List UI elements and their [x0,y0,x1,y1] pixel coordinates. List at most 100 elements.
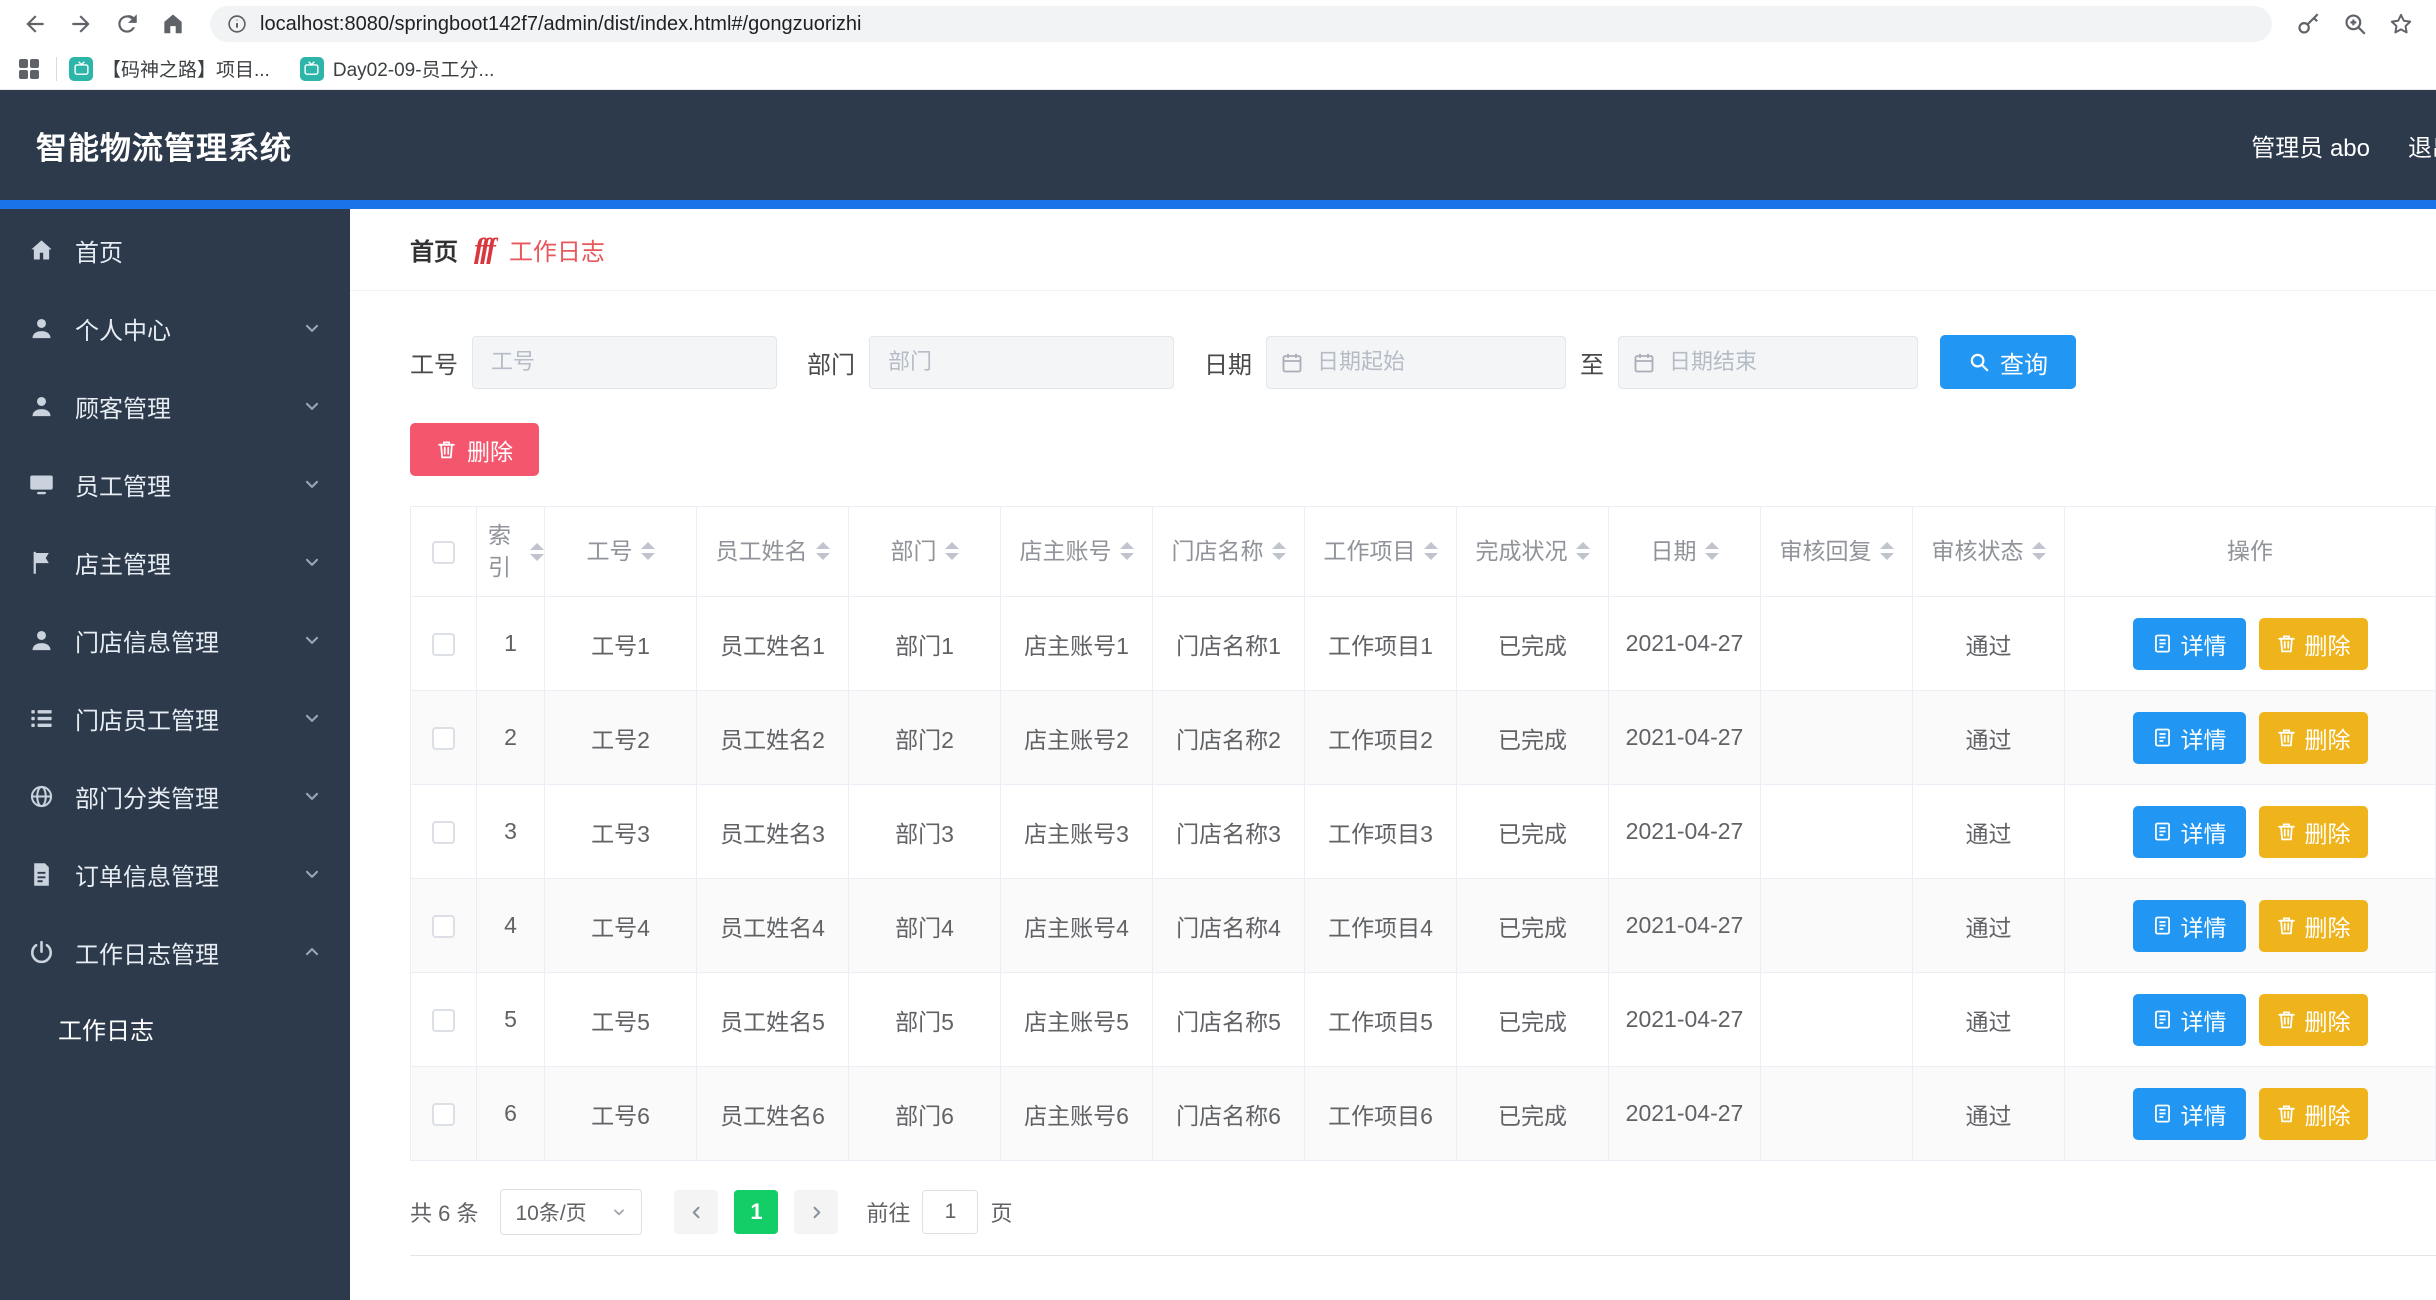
row-delete-button[interactable]: 删除 [2258,1087,2368,1140]
row-checkbox[interactable] [432,1103,455,1127]
column-header[interactable]: 审核回复 [1760,506,1913,597]
table-cell: 通过 [1912,972,2065,1067]
row-delete-button[interactable]: 删除 [2258,805,2368,858]
detail-button[interactable]: 详情 [2132,899,2246,952]
goto-page-input[interactable] [922,1190,979,1234]
logout-link[interactable]: 退出 [2408,128,2436,163]
sort-carets-icon[interactable] [1704,542,1719,561]
column-header[interactable]: 日期 [1608,506,1761,597]
batch-delete-button[interactable]: 删除 [410,423,539,476]
chevron-right-icon [807,1203,826,1222]
detail-button[interactable]: 详情 [2132,993,2246,1046]
date-start-wrap [1266,335,1566,389]
sidebar-item[interactable]: 员工管理 [0,445,350,523]
home-icon [160,11,186,37]
sort-carets-icon[interactable] [1575,542,1590,561]
sort-carets-icon[interactable] [1271,542,1286,561]
breadcrumb-home[interactable]: 首页 [410,232,458,267]
detail-button[interactable]: 详情 [2132,1087,2246,1140]
row-delete-button[interactable]: 删除 [2258,899,2368,952]
apps-grid-icon[interactable] [14,54,44,84]
current-page[interactable]: 1 [734,1190,779,1234]
detail-button[interactable]: 详情 [2132,617,2246,670]
select-all-checkbox[interactable] [432,541,455,565]
back-button[interactable] [17,6,53,42]
row-checkbox[interactable] [432,1009,455,1033]
prev-page-button[interactable] [674,1190,719,1234]
worker-id-input[interactable] [472,335,777,389]
table-cell: 通过 [1912,1066,2065,1161]
trash-icon [2276,633,2297,654]
page-size-value: 10条/页 [515,1202,587,1225]
power-icon [28,939,55,966]
column-header[interactable]: 工号 [544,506,697,597]
table-cell: 工作项目2 [1304,690,1457,785]
sort-carets-icon[interactable] [944,542,959,561]
column-header[interactable]: 员工姓名 [696,506,849,597]
home-button[interactable] [155,6,191,42]
sidebar-item[interactable]: 店主管理 [0,523,350,601]
row-delete-button[interactable]: 删除 [2258,993,2368,1046]
row-delete-button[interactable]: 删除 [2258,617,2368,670]
row-actions-cell: 详情 删除 [2064,784,2436,879]
sidebar-item[interactable]: 门店员工管理 [0,679,350,757]
zoom-button[interactable] [2337,6,2373,42]
column-header[interactable]: 索引 [476,506,545,597]
detail-button[interactable]: 详情 [2132,805,2246,858]
sidebar-item[interactable]: 部门分类管理 [0,757,350,835]
sort-carets-icon[interactable] [1119,542,1134,561]
row-checkbox[interactable] [432,633,455,657]
url-bar[interactable]: localhost:8080/springboot142f7/admin/dis… [210,6,2272,42]
refresh-button[interactable] [109,6,145,42]
sort-carets-icon[interactable] [1879,542,1894,561]
column-header[interactable]: 店主账号 [1000,506,1153,597]
sort-carets-icon[interactable] [815,542,830,561]
sort-carets-icon[interactable] [640,542,655,561]
info-icon[interactable] [226,13,248,35]
sidebar-item[interactable]: 个人中心 [0,289,350,367]
table-cell: 门店名称4 [1152,878,1305,973]
table-cell: 部门2 [848,690,1001,785]
page-size-select[interactable]: 10条/页 [500,1189,643,1235]
sidebar-subitem[interactable]: 工作日志 [0,991,350,1065]
sidebar-item[interactable]: 订单信息管理 [0,835,350,913]
table-cell: 部门3 [848,784,1001,879]
row-checkbox[interactable] [432,821,455,845]
accent-line [0,200,2436,209]
table-cell: 门店名称2 [1152,690,1305,785]
column-header[interactable]: 门店名称 [1152,506,1305,597]
bookmark-label: Day02-09-员工分... [332,60,495,81]
next-page-button[interactable] [794,1190,839,1234]
date-end-wrap [1618,335,1918,389]
row-checkbox[interactable] [432,915,455,939]
column-header[interactable]: 工作项目 [1304,506,1457,597]
table-row: 2 工号2 员工姓名2 部门2 店主账号2 门店名称2 工作项目2 已完成 2021-04-27… [410,690,2436,785]
table-cell: 已完成 [1456,878,1609,973]
date-end-input[interactable] [1618,335,1918,389]
forward-button[interactable] [63,6,99,42]
column-header[interactable]: 部门 [848,506,1001,597]
header-user[interactable]: 管理员 abo [2251,128,2370,163]
row-checkbox[interactable] [432,727,455,751]
department-input[interactable] [869,335,1174,389]
row-delete-button[interactable]: 删除 [2258,711,2368,764]
bookmark-item[interactable]: 【码神之路】项目... [69,55,270,82]
date-start-input[interactable] [1266,335,1566,389]
detail-icon [2152,727,2173,748]
column-header[interactable]: 审核状态 [1912,506,2065,597]
password-manager-button[interactable] [2291,6,2327,42]
detail-button[interactable]: 详情 [2132,711,2246,764]
sort-carets-icon[interactable] [2031,542,2046,561]
sidebar-item[interactable]: 首页 [0,211,350,289]
sidebar-item[interactable]: 工作日志管理 [0,913,350,991]
sidebar-item[interactable]: 门店信息管理 [0,601,350,679]
search-button[interactable]: 查询 [1940,335,2076,389]
sort-carets-icon[interactable] [530,542,544,561]
column-header[interactable]: 完成状况 [1456,506,1609,597]
sidebar-item[interactable]: 顾客管理 [0,367,350,445]
row-checkbox-cell [410,784,477,879]
sort-carets-icon[interactable] [1423,542,1438,561]
bookmark-item[interactable]: Day02-09-员工分... [299,55,495,82]
table-cell: 工号1 [544,596,697,691]
bookmark-star-button[interactable] [2383,6,2419,42]
